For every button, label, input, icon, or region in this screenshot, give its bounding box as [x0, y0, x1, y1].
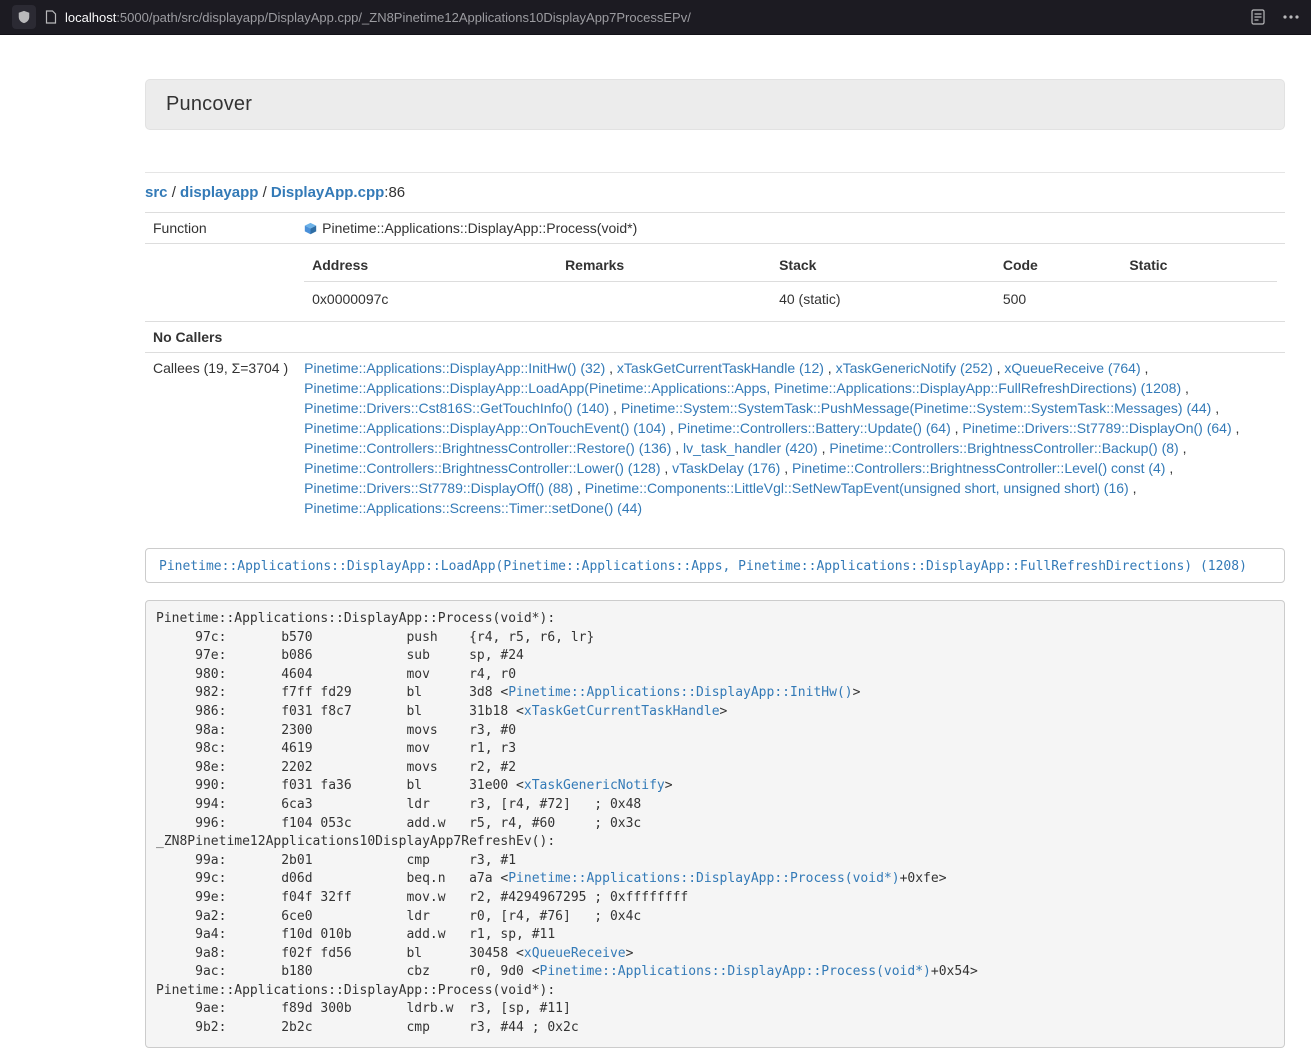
page-icon [45, 10, 57, 24]
callee-link[interactable]: Pinetime::Controllers::BrightnessControl… [304, 440, 671, 456]
callee-link[interactable]: xTaskGetCurrentTaskHandle (12) [617, 360, 824, 376]
breadcrumb-separator: / [258, 184, 271, 201]
breadcrumb-link-file[interactable]: DisplayApp.cpp [271, 184, 384, 201]
reader-view-icon[interactable] [1251, 9, 1265, 25]
function-name: Pinetime::Applications::DisplayApp::Proc… [322, 218, 637, 238]
tracking-shield-icon[interactable] [12, 5, 36, 29]
stats-data-row: 0x0000097c 40 (static) 500 [304, 282, 1277, 317]
stats-header-code: Code [995, 249, 1121, 282]
divider [145, 172, 1285, 173]
highlighted-symbol-link[interactable]: Pinetime::Applications::DisplayApp::Load… [159, 559, 1247, 574]
callee-link[interactable]: Pinetime::Controllers::Battery::Update()… [678, 420, 951, 436]
disassembly: Pinetime::Applications::DisplayApp::Proc… [145, 600, 1285, 1048]
callee-link[interactable]: xTaskGenericNotify (252) [836, 360, 993, 376]
no-callers-row: No Callers [145, 322, 1285, 353]
menu-dots-glyph [1283, 15, 1299, 19]
callees-label: Callees (19, Σ=3704 ) [145, 353, 296, 524]
callee-link[interactable]: Pinetime::Components::LittleVgl::SetNewT… [585, 480, 1129, 496]
reader-view-glyph [1251, 9, 1265, 25]
menu-icon[interactable] [1283, 15, 1299, 19]
callee-link[interactable]: Pinetime::Controllers::BrightnessControl… [792, 460, 1165, 476]
highlighted-symbol-panel: Pinetime::Applications::DisplayApp::Load… [145, 548, 1285, 583]
callee-link[interactable]: Pinetime::Applications::DisplayApp::Load… [304, 380, 1181, 396]
callee-link[interactable]: Pinetime::Drivers::St7789::DisplayOff() … [304, 480, 573, 496]
callee-link[interactable]: Pinetime::Controllers::BrightnessControl… [829, 440, 1178, 456]
browser-chrome: localhost:5000/path/src/displayapp/Displ… [0, 0, 1311, 35]
breadcrumb-link-src[interactable]: src [145, 184, 168, 201]
chrome-actions [1251, 9, 1299, 25]
code-symbol-link[interactable]: xTaskGenericNotify [524, 778, 665, 793]
url-path: :5000/path/src/displayapp/DisplayApp.cpp… [116, 10, 691, 25]
page-title: Puncover [166, 93, 1264, 116]
stats-header-address: Address [304, 249, 557, 282]
code-symbol-link[interactable]: Pinetime::Applications::DisplayApp::Proc… [508, 871, 899, 886]
stats-static [1121, 282, 1277, 317]
stats-remarks [557, 282, 771, 317]
url-bar[interactable]: localhost:5000/path/src/displayapp/Displ… [45, 10, 1242, 25]
shield-glyph [17, 10, 31, 24]
stats-code: 500 [995, 282, 1121, 317]
callees-list: Pinetime::Applications::DisplayApp::Init… [296, 353, 1285, 524]
callee-link[interactable]: xQueueReceive (764) [1004, 360, 1140, 376]
stats-stack: 40 (static) [771, 282, 995, 317]
function-name-cell: Pinetime::Applications::DisplayApp::Proc… [304, 218, 1277, 238]
breadcrumb-link-displayapp[interactable]: displayapp [180, 184, 258, 201]
breadcrumb: src / displayapp / DisplayApp.cpp:86 [145, 184, 1285, 201]
code-symbol-link[interactable]: xTaskGetCurrentTaskHandle [524, 704, 720, 719]
callee-link[interactable]: Pinetime::Drivers::Cst816S::GetTouchInfo… [304, 400, 609, 416]
app-header-panel: Puncover [145, 79, 1285, 130]
callee-link[interactable]: vTaskDelay (176) [672, 460, 780, 476]
callee-link[interactable]: Pinetime::Drivers::St7789::DisplayOn() (… [962, 420, 1231, 436]
callee-link[interactable]: Pinetime::Applications::DisplayApp::Init… [304, 360, 605, 376]
url-text: localhost:5000/path/src/displayapp/Displ… [65, 10, 691, 25]
callees-row: Callees (19, Σ=3704 ) Pinetime::Applicat… [145, 353, 1285, 524]
code-symbol-link[interactable]: xQueueReceive [524, 946, 626, 961]
url-host: localhost [65, 10, 116, 25]
code-symbol-link[interactable]: Pinetime::Applications::DisplayApp::Proc… [540, 964, 931, 979]
breadcrumb-line-ref: :86 [384, 184, 405, 201]
callee-link[interactable]: Pinetime::Applications::DisplayApp::OnTo… [304, 420, 666, 436]
stats-row: Address Remarks Stack Code Static 0x0000… [145, 244, 1285, 322]
page-container: Puncover src / displayapp / DisplayApp.c… [145, 79, 1285, 1048]
stats-address: 0x0000097c [304, 282, 557, 317]
callee-link[interactable]: Pinetime::System::SystemTask::PushMessag… [621, 400, 1212, 416]
function-icon [304, 222, 317, 235]
stats-header-stack: Stack [771, 249, 995, 282]
stats-table: Address Remarks Stack Code Static 0x0000… [304, 249, 1277, 316]
no-callers-label: No Callers [145, 322, 296, 353]
callee-link[interactable]: lv_task_handler (420) [683, 440, 818, 456]
stats-header-remarks: Remarks [557, 249, 771, 282]
code-symbol-link[interactable]: Pinetime::Applications::DisplayApp::Init… [508, 685, 852, 700]
callee-link[interactable]: Pinetime::Applications::Screens::Timer::… [304, 500, 642, 516]
breadcrumb-separator: / [168, 184, 181, 201]
callee-link[interactable]: Pinetime::Controllers::BrightnessControl… [304, 460, 660, 476]
function-table: Function Pinetime::Applications::Display… [145, 212, 1285, 523]
stats-header-static: Static [1121, 249, 1277, 282]
function-row: Function Pinetime::Applications::Display… [145, 213, 1285, 244]
function-row-label: Function [145, 213, 296, 244]
